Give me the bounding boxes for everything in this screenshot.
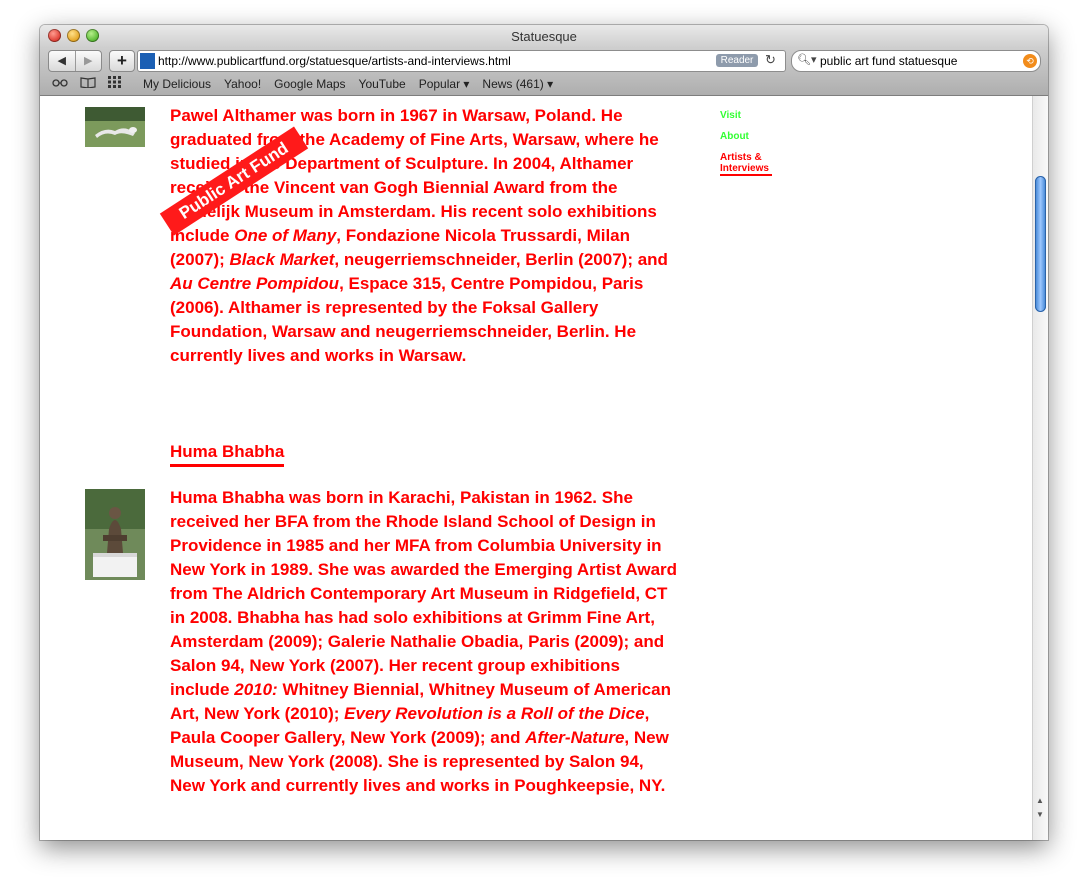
- bio-segment: 2010:: [234, 680, 278, 699]
- search-icon[interactable]: 🔍︎▾: [797, 53, 817, 66]
- address-bar[interactable]: http://www.publicartfund.org/statuesque/…: [137, 50, 786, 72]
- top-sites-grid-icon[interactable]: [108, 76, 122, 91]
- bookmarks-book-icon[interactable]: [80, 76, 96, 91]
- bio-segment: , neugerriemschneider, Berlin (2007); an…: [334, 250, 668, 269]
- bookmark-google-maps[interactable]: Google Maps: [274, 77, 345, 91]
- artist-bio-bhabha: Huma Bhabha was born in Karachi, Pakista…: [170, 486, 680, 798]
- browser-window: Statuesque ◀ ▶ + http://www.publicartfun…: [40, 25, 1048, 840]
- bookmark-icons: [52, 76, 122, 91]
- site-navigation: Visit About Artists & Interviews: [720, 110, 772, 186]
- snapback-icon[interactable]: ⟲: [1023, 54, 1037, 68]
- bookmark-youtube[interactable]: YouTube: [359, 77, 406, 91]
- url-text[interactable]: http://www.publicartfund.org/statuesque/…: [158, 54, 511, 68]
- scrollbar-thumb[interactable]: [1035, 176, 1046, 312]
- bio-segment: Au Centre Pompidou: [170, 274, 340, 293]
- title-bar[interactable]: Statuesque: [40, 25, 1048, 47]
- artist-name-link[interactable]: Huma Bhabha: [170, 442, 285, 467]
- scroll-up-arrow-icon[interactable]: ▲: [1036, 796, 1044, 805]
- nav-visit-link[interactable]: Visit: [720, 110, 772, 121]
- site-favicon-icon: [140, 53, 155, 69]
- bookmark-news[interactable]: News (461) ▾: [482, 77, 553, 91]
- bookmark-my-delicious[interactable]: My Delicious: [143, 77, 211, 91]
- reader-button[interactable]: Reader: [716, 54, 758, 67]
- bookmark-yahoo[interactable]: Yahoo!: [224, 77, 261, 91]
- artwork-thumbnail[interactable]: [85, 107, 145, 147]
- forward-button[interactable]: ▶: [74, 51, 102, 71]
- bio-segment: Huma Bhabha was born in Karachi, Pakista…: [170, 488, 678, 699]
- bookmark-list: My Delicious Yahoo! Google Maps YouTube …: [143, 77, 566, 91]
- bio-segment: After-Nature: [525, 728, 625, 747]
- artist-bio-althamer: Pawel Althamer was born in 1967 in Warsa…: [170, 104, 680, 368]
- nav-about-link[interactable]: About: [720, 131, 772, 142]
- add-bookmark-button[interactable]: +: [109, 50, 135, 72]
- bookmark-popular[interactable]: Popular ▾: [419, 77, 470, 91]
- vertical-scrollbar[interactable]: ▲ ▼: [1032, 96, 1048, 840]
- nav-artists-interviews-link[interactable]: Artists & Interviews: [720, 152, 772, 176]
- scroll-down-arrow-icon[interactable]: ▼: [1036, 810, 1044, 819]
- window-title: Statuesque: [511, 29, 577, 44]
- page-content: Pawel Althamer was born in 1967 in Warsa…: [40, 96, 1032, 840]
- nav-artists-label: Artists & Interviews: [720, 152, 772, 176]
- reload-icon[interactable]: ↻: [765, 52, 776, 68]
- bookmarks-bar: My Delicious Yahoo! Google Maps YouTube …: [40, 74, 1048, 96]
- bio-segment: Black Market: [229, 250, 335, 269]
- reading-list-icon[interactable]: [52, 76, 68, 91]
- back-button[interactable]: ◀: [49, 51, 75, 71]
- bio-segment: One of Many: [234, 226, 337, 245]
- artwork-thumbnail[interactable]: [85, 489, 145, 580]
- bio-segment: Every Revolution is a Roll of the Dice: [344, 704, 645, 723]
- nav-artists-line2: Interviews: [720, 163, 769, 174]
- search-field[interactable]: 🔍︎▾ public art fund statuesque ⟲: [791, 50, 1041, 72]
- search-input[interactable]: public art fund statuesque: [820, 54, 957, 68]
- nav-artists-line1: Artists &: [720, 152, 762, 163]
- toolbar: ◀ ▶ + http://www.publicartfund.org/statu…: [40, 47, 1048, 74]
- nav-buttons: ◀ ▶: [48, 50, 102, 72]
